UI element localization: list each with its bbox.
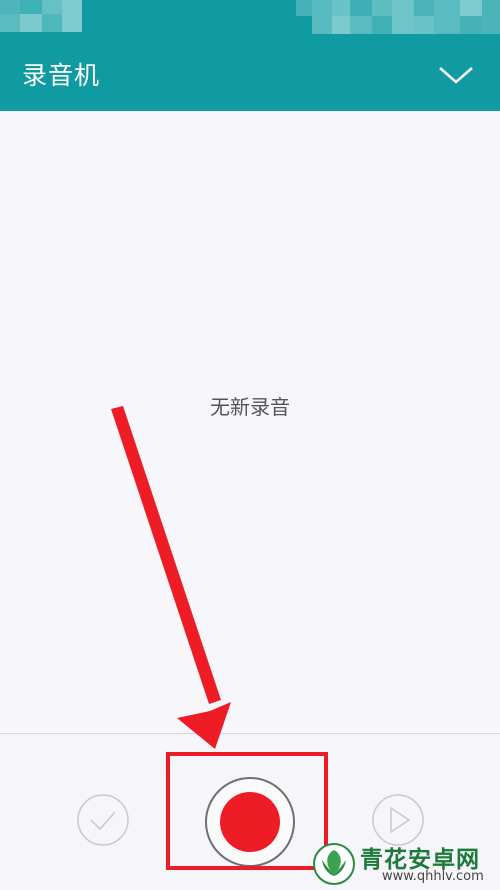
app-title: 录音机 — [22, 61, 101, 90]
status-bar — [0, 0, 500, 34]
confirm-button[interactable] — [76, 793, 130, 847]
chevron-down-icon — [439, 67, 473, 84]
status-bar-blurred — [0, 0, 500, 34]
recordings-list-area: 无新录音 — [0, 111, 500, 733]
app-bar: 录音机 — [0, 34, 500, 111]
watermark-logo-icon — [313, 843, 355, 885]
highlight-box-annotation — [166, 752, 328, 870]
watermark-url: www.qhhlv.com — [382, 869, 484, 884]
empty-state-message: 无新录音 — [210, 395, 290, 419]
dropdown-button[interactable] — [438, 56, 474, 92]
check-circle-icon — [77, 794, 129, 846]
watermark: 青花安卓网 www.qhhlv.com — [312, 838, 498, 888]
